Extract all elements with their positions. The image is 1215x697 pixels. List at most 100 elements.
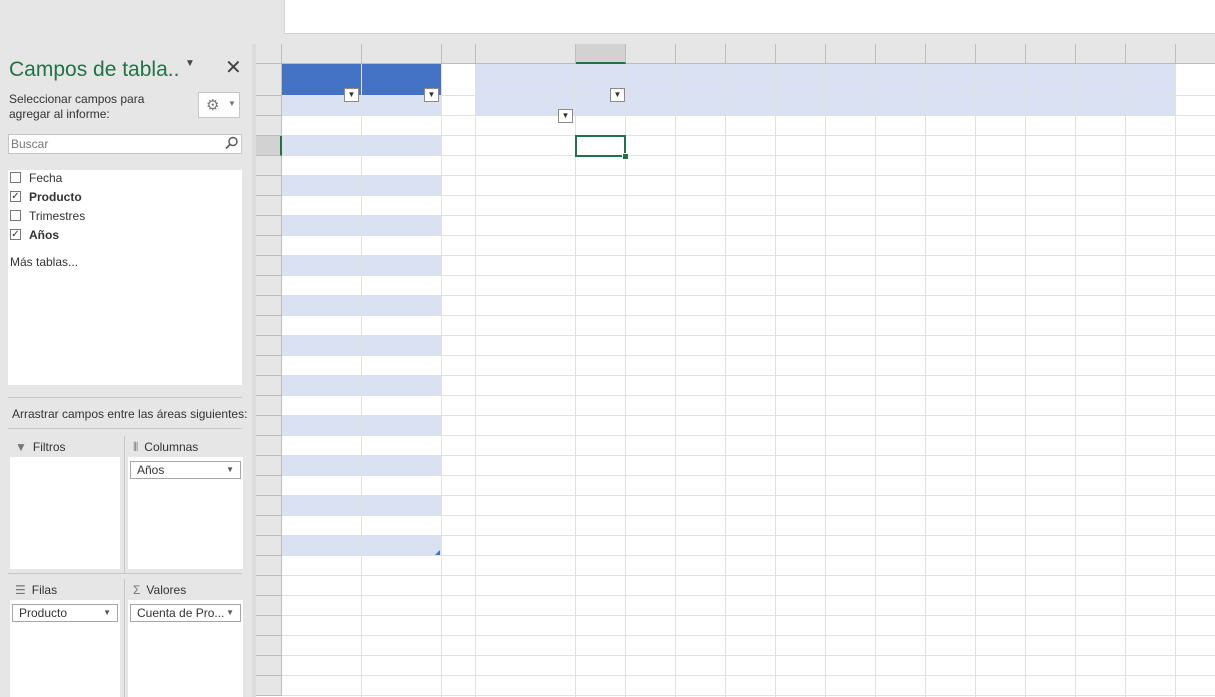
table-cell-fecha xyxy=(284,136,358,156)
grid-row-line xyxy=(282,575,1215,576)
sigma-icon: Σ xyxy=(133,583,141,597)
row-header[interactable] xyxy=(256,156,282,176)
grid-row-line xyxy=(282,655,1215,656)
pivot-year-header xyxy=(828,96,873,116)
row-header[interactable] xyxy=(256,336,282,356)
column-header-i[interactable] xyxy=(776,44,826,64)
values-field-pill[interactable]: Cuenta de Pro... ▼ xyxy=(130,604,241,622)
column-header-b[interactable] xyxy=(362,44,442,64)
tools-button[interactable]: ⚙ ▼ xyxy=(198,92,240,118)
values-area-header: Σ Valores xyxy=(133,583,187,597)
formula-bar[interactable] xyxy=(284,0,1215,34)
table-cell-fecha xyxy=(284,256,358,276)
row-header[interactable] xyxy=(256,616,282,636)
grid-col-line xyxy=(975,64,976,697)
checkbox-checked[interactable]: ✓ xyxy=(10,191,21,202)
row-header[interactable] xyxy=(256,676,282,696)
row-header[interactable] xyxy=(256,136,282,156)
table-cell-producto xyxy=(364,296,439,316)
pivot-rows-label xyxy=(478,96,548,116)
active-cell[interactable] xyxy=(575,135,626,157)
column-header-e[interactable] xyxy=(576,44,626,64)
divider xyxy=(124,579,125,697)
column-header-k[interactable] xyxy=(876,44,926,64)
row-header[interactable] xyxy=(256,396,282,416)
table-cell-fecha xyxy=(284,196,358,216)
grid-col-line xyxy=(1125,64,1126,697)
column-header-j[interactable] xyxy=(826,44,876,64)
row-header[interactable] xyxy=(256,64,282,96)
row-header[interactable] xyxy=(256,476,282,496)
search-input[interactable]: Buscar xyxy=(8,134,242,154)
row-header[interactable] xyxy=(256,596,282,616)
row-header[interactable] xyxy=(256,256,282,276)
chevron-down-icon: ▼ xyxy=(226,465,234,474)
values-drop-area[interactable]: Cuenta de Pro... ▼ xyxy=(128,600,243,697)
column-header-n[interactable] xyxy=(1026,44,1076,64)
column-header-p[interactable] xyxy=(1126,44,1176,64)
divider xyxy=(124,436,125,573)
filters-drop-area[interactable] xyxy=(10,457,120,569)
table-cell-producto xyxy=(364,376,439,396)
row-header[interactable] xyxy=(256,196,282,216)
row-header[interactable] xyxy=(256,176,282,196)
column-header-g[interactable] xyxy=(676,44,726,64)
table-cell-fecha xyxy=(284,116,358,136)
column-header-d[interactable] xyxy=(476,44,576,64)
checkbox-checked[interactable]: ✓ xyxy=(10,229,21,240)
table-cell-fecha xyxy=(284,156,358,176)
row-header[interactable] xyxy=(256,96,282,116)
row-header[interactable] xyxy=(256,496,282,516)
row-header[interactable] xyxy=(256,436,282,456)
checkbox[interactable] xyxy=(10,172,21,183)
table-cell-producto xyxy=(364,316,439,336)
grid-col-line xyxy=(925,64,926,697)
fill-handle[interactable] xyxy=(622,153,629,160)
row-header[interactable] xyxy=(256,456,282,476)
row-header[interactable] xyxy=(256,116,282,136)
row-header[interactable] xyxy=(256,636,282,656)
rows-field-pill[interactable]: Producto ▼ xyxy=(12,604,118,622)
column-header-c[interactable] xyxy=(442,44,476,64)
column-header-l[interactable] xyxy=(926,44,976,64)
table-resize-handle[interactable] xyxy=(435,550,440,555)
grid-col-line xyxy=(1025,64,1026,697)
pivot-value-cell xyxy=(878,156,922,176)
row-header[interactable] xyxy=(256,416,282,436)
columns-area-header: ⦀ Columnas xyxy=(133,440,199,454)
column-header-m[interactable] xyxy=(976,44,1026,64)
pivot-value-cell xyxy=(878,116,922,136)
column-header-f[interactable] xyxy=(626,44,676,64)
worksheet-grid[interactable]: ▼ ▼ ▼ ▼ xyxy=(256,44,1215,697)
table-cell-fecha xyxy=(284,296,358,316)
row-header[interactable] xyxy=(256,296,282,316)
checkbox[interactable] xyxy=(10,210,21,221)
row-header[interactable] xyxy=(256,656,282,676)
row-header[interactable] xyxy=(256,276,282,296)
columns-field-pill[interactable]: Años ▼ xyxy=(130,461,241,479)
table-cell-producto xyxy=(364,176,439,196)
row-header[interactable] xyxy=(256,216,282,236)
row-header[interactable] xyxy=(256,236,282,256)
column-header-h[interactable] xyxy=(726,44,776,64)
more-tables-link[interactable]: Más tablas... xyxy=(10,255,78,269)
pane-options-dropdown-icon[interactable]: ▼ xyxy=(185,58,195,69)
row-header[interactable] xyxy=(256,516,282,536)
row-header[interactable] xyxy=(256,356,282,376)
table-cell-fecha xyxy=(284,96,358,116)
row-header[interactable] xyxy=(256,536,282,556)
row-header[interactable] xyxy=(256,576,282,596)
column-header-o[interactable] xyxy=(1076,44,1126,64)
rows-area-header: ☰ Filas xyxy=(15,583,58,597)
close-icon[interactable]: ✕ xyxy=(225,55,242,80)
column-header-q[interactable] xyxy=(1176,44,1215,64)
row-header[interactable] xyxy=(256,376,282,396)
columns-drop-area[interactable]: Años ▼ xyxy=(128,457,243,569)
grid-row-line xyxy=(282,695,1215,696)
column-header-a[interactable] xyxy=(282,44,362,64)
row-header[interactable] xyxy=(256,316,282,336)
select-all-corner[interactable] xyxy=(256,44,282,64)
row-header[interactable] xyxy=(256,556,282,576)
rows-drop-area[interactable]: Producto ▼ xyxy=(10,600,120,697)
table-cell-producto xyxy=(364,156,439,176)
